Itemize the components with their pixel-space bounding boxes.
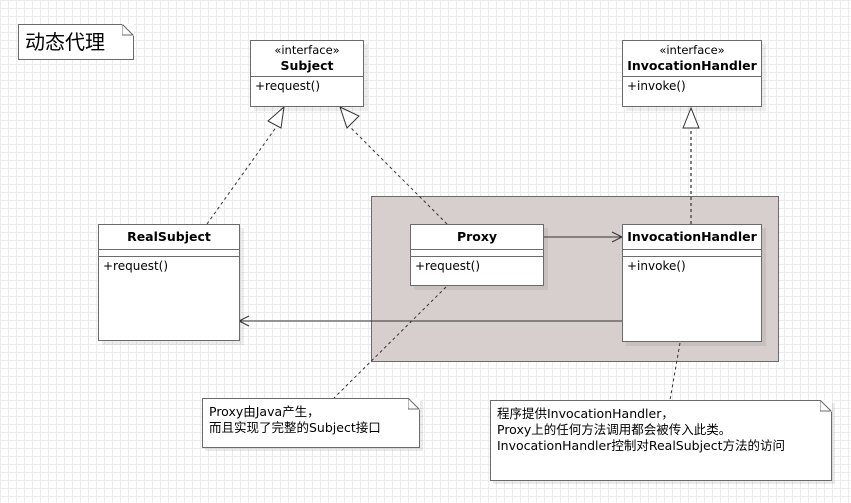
realization-arrowhead [682,106,700,129]
class-name: Proxy [456,229,498,244]
class-name: RealSubject [127,229,211,244]
note-fold-corner [407,396,421,410]
class-name: InvocationHandler [627,58,757,73]
operation-request: +request() [103,259,169,273]
class-invocationhandler[interactable]: InvocationHandler +invoke() [622,224,762,342]
proxy-realizes-subject [349,126,448,225]
note-text: Proxy由Java产生， 而且实现了完整的Subject接口 [209,404,381,435]
diagram-title: 动态代理 [25,30,105,54]
class-realsubject[interactable]: RealSubject +request() [98,224,240,341]
stereotype-label: «interface» [659,43,725,57]
realization-arrowhead [339,106,360,129]
attributes-compartment [99,250,239,257]
class-invocationhandler-interface[interactable]: «interface» InvocationHandler +invoke() [622,40,762,107]
handler-note-anchor [669,342,681,401]
note-fold-corner [819,398,833,412]
note-fold-corner [121,22,135,36]
class-proxy[interactable]: Proxy +request() [410,224,544,286]
stereotype-label: «interface» [274,43,340,57]
operation-invoke: +invoke() [627,79,686,93]
handler-note[interactable]: 程序提供InvocationHandler， Proxy上的任何方法调用都会被传… [490,398,833,481]
operation-request: +request() [415,259,481,273]
note-text: 程序提供InvocationHandler， Proxy上的任何方法调用都会被传… [497,406,786,453]
class-subject[interactable]: «interface» Subject +request() [250,40,364,107]
operation-request: +request() [255,79,321,93]
attributes-compartment [623,250,761,257]
class-name: InvocationHandler [627,229,757,244]
attributes-compartment [411,250,543,257]
realization-arrowhead [267,105,285,129]
proxy-note-anchor [333,286,447,399]
proxy-note[interactable]: Proxy由Java产生， 而且实现了完整的Subject接口 [202,396,421,448]
realsubject-realizes-subject [206,125,278,225]
operation-invoke: +invoke() [627,259,686,273]
class-name: Subject [280,58,334,73]
title-note[interactable]: 动态代理 [18,22,135,60]
